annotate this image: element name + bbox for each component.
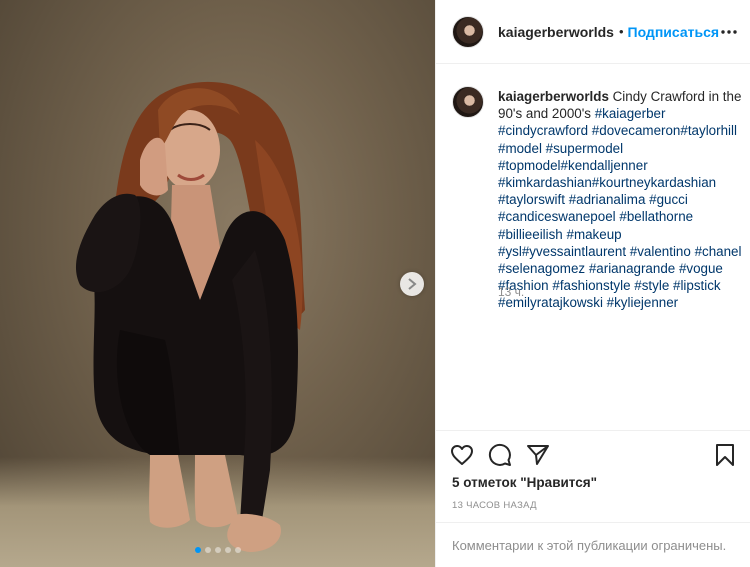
hashtag-link[interactable]: #valentino <box>630 244 691 259</box>
hashtag-list: #kaiagerber #cindycrawford #dovecameron#… <box>498 106 742 310</box>
header-username[interactable]: kaiagerberworlds <box>498 24 614 40</box>
hashtag-link[interactable]: #chanel <box>695 244 742 259</box>
hashtag-link[interactable]: #selenagomez <box>498 261 585 276</box>
comment-button[interactable] <box>486 441 514 469</box>
chevron-right-icon <box>408 278 417 290</box>
save-button[interactable] <box>713 443 737 467</box>
comments-disabled-notice: Комментарии к этой публикации ограничены… <box>436 522 750 567</box>
hashtag-link[interactable]: #ysl <box>498 244 522 259</box>
hashtag-link[interactable]: #kaiagerber <box>595 106 666 121</box>
carousel-dot[interactable] <box>234 547 241 553</box>
hashtag-link[interactable]: #gucci <box>649 192 688 207</box>
hashtag-link[interactable]: #fashionstyle <box>552 278 630 293</box>
like-button[interactable] <box>448 441 476 469</box>
post-header: kaiagerberworlds • Подписаться <box>436 0 750 64</box>
carousel-dot[interactable] <box>194 547 201 553</box>
hashtag-link[interactable]: #kendalljenner <box>561 158 648 173</box>
hashtag-link[interactable]: #adrianalima <box>569 192 646 207</box>
hashtag-link[interactable]: #cindycrawford <box>498 123 588 138</box>
carousel-dot[interactable] <box>224 547 231 553</box>
caption-text: kaiagerberworlds Cindy Crawford in the 9… <box>498 88 743 312</box>
caption-avatar[interactable] <box>452 86 484 118</box>
hashtag-link[interactable]: #supermodel <box>546 141 623 156</box>
hashtag-link[interactable]: #kourtneykardashian <box>592 175 716 190</box>
paper-plane-icon <box>527 445 549 465</box>
hashtag-link[interactable]: #dovecameron <box>592 123 681 138</box>
hashtag-link[interactable]: #makeup <box>567 227 622 242</box>
post-caption: kaiagerberworlds Cindy Crawford in the 9… <box>436 72 750 312</box>
hashtag-link[interactable]: #yvessaintlaurent <box>522 244 626 259</box>
heart-icon <box>451 445 473 465</box>
carousel-dots <box>0 547 435 553</box>
hashtag-link[interactable]: #taylorswift <box>498 192 565 207</box>
more-options-button[interactable] <box>719 22 739 42</box>
header-separator: • <box>618 24 624 39</box>
hashtag-link[interactable]: #topmodel <box>498 158 561 173</box>
avatar[interactable] <box>452 15 484 48</box>
carousel-next-button[interactable] <box>400 272 424 296</box>
hashtag-link[interactable]: #kyliejenner <box>607 295 678 310</box>
more-horizontal-icon <box>721 30 737 34</box>
post-details-panel: kaiagerberworlds • Подписаться kaiagerbe… <box>435 0 750 567</box>
instagram-post: kaiagerberworlds • Подписаться kaiagerbe… <box>0 0 750 567</box>
share-button[interactable] <box>524 441 552 469</box>
carousel-dot[interactable] <box>204 547 211 553</box>
hashtag-link[interactable]: #model <box>498 141 542 156</box>
post-actions <box>436 430 750 478</box>
post-photo[interactable] <box>0 0 435 567</box>
post-timestamp[interactable]: 13 часов назад <box>452 500 537 511</box>
hashtag-link[interactable]: #vogue <box>679 261 723 276</box>
carousel-dot[interactable] <box>214 547 221 553</box>
hashtag-link[interactable]: #arianagrande <box>589 261 675 276</box>
caption-age[interactable]: 13 ч. <box>498 285 524 299</box>
hashtag-link[interactable]: #candiceswanepoel <box>498 209 616 224</box>
comment-bubble-icon <box>488 443 511 466</box>
follow-button[interactable]: Подписаться <box>628 24 720 40</box>
bookmark-icon <box>716 444 734 466</box>
likes-count[interactable]: 5 отметок "Нравится" <box>452 475 597 490</box>
hashtag-link[interactable]: #taylorhill <box>680 123 737 138</box>
hashtag-link[interactable]: #bellathorne <box>619 209 693 224</box>
hashtag-link[interactable]: #lipstick <box>673 278 721 293</box>
hashtag-link[interactable]: #kimkardashian <box>498 175 592 190</box>
caption-username[interactable]: kaiagerberworlds <box>498 89 609 104</box>
hashtag-link[interactable]: #billieeilish <box>498 227 563 242</box>
hashtag-link[interactable]: #style <box>634 278 669 293</box>
photo-subject-illustration <box>75 81 305 552</box>
